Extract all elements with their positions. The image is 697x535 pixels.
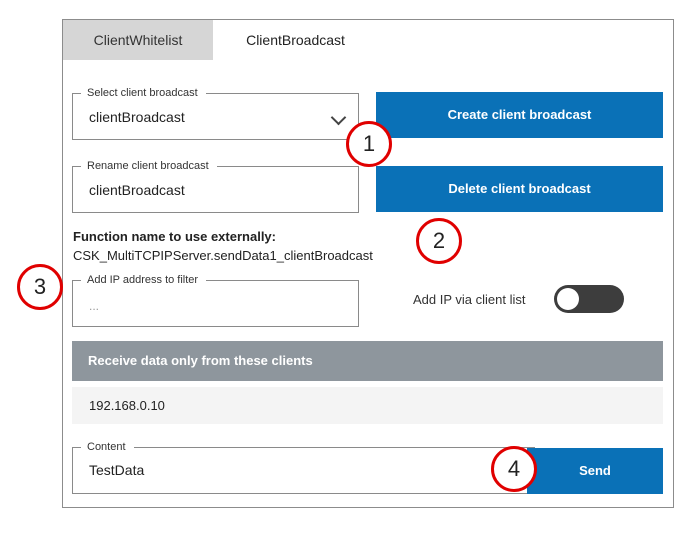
select-broadcast-legend: Select client broadcast bbox=[81, 86, 206, 100]
function-name-label: Function name to use externally: bbox=[73, 229, 276, 244]
rename-broadcast-legend: Rename client broadcast bbox=[81, 159, 217, 173]
tab-client-broadcast[interactable]: ClientBroadcast bbox=[213, 20, 378, 60]
table-row[interactable]: 192.168.0.10 bbox=[72, 387, 663, 424]
function-name-value: CSK_MultiTCPIPServer.sendData1_clientBro… bbox=[73, 248, 373, 263]
create-broadcast-button[interactable]: Create client broadcast bbox=[376, 92, 663, 138]
send-button[interactable]: Send bbox=[527, 448, 663, 494]
rename-broadcast-value: clientBroadcast bbox=[89, 182, 185, 198]
select-broadcast-dropdown[interactable]: Select client broadcast clientBroadcast bbox=[72, 86, 359, 140]
rename-broadcast-field[interactable]: Rename client broadcast clientBroadcast bbox=[72, 159, 359, 213]
receive-table-header: Receive data only from these clients bbox=[72, 341, 663, 381]
callout-marker-1: 1 bbox=[346, 121, 392, 167]
callout-marker-2: 2 bbox=[416, 218, 462, 264]
tab-client-whitelist[interactable]: ClientWhitelist bbox=[63, 20, 213, 60]
add-ip-via-list-label: Add IP via client list bbox=[413, 292, 526, 307]
ip-filter-placeholder: ... bbox=[89, 299, 100, 313]
chevron-down-icon[interactable] bbox=[330, 109, 347, 126]
ip-filter-input[interactable]: Add IP address to filter ... bbox=[72, 273, 359, 327]
client-broadcast-panel: ClientWhitelist ClientBroadcast Select c… bbox=[62, 19, 674, 508]
ip-filter-legend: Add IP address to filter bbox=[81, 273, 207, 287]
content-field[interactable]: Content TestData bbox=[72, 440, 535, 494]
content-value: TestData bbox=[89, 462, 145, 478]
content-legend: Content bbox=[81, 440, 134, 454]
toggle-knob bbox=[557, 288, 579, 310]
delete-broadcast-button[interactable]: Delete client broadcast bbox=[376, 166, 663, 212]
callout-marker-4: 4 bbox=[491, 446, 537, 492]
add-ip-via-list-toggle[interactable] bbox=[554, 285, 624, 313]
select-broadcast-value: clientBroadcast bbox=[89, 109, 185, 125]
callout-marker-3: 3 bbox=[17, 264, 63, 310]
